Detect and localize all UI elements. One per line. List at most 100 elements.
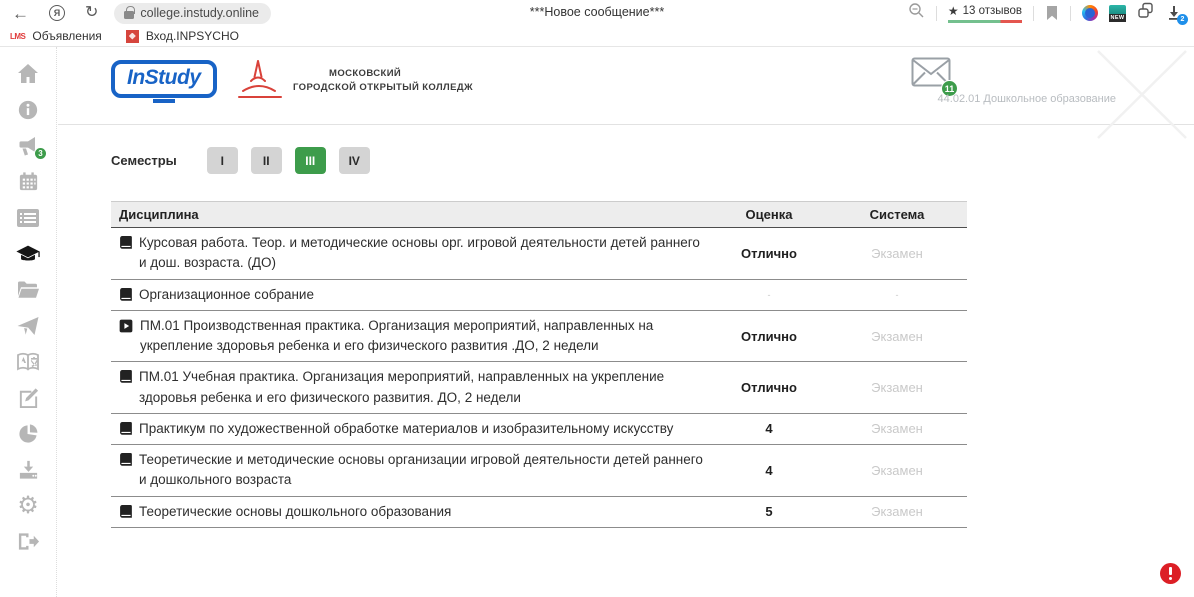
extension-circle-icon[interactable]: [1082, 5, 1098, 21]
table-row[interactable]: Теоретические и методические основы орга…: [111, 445, 967, 497]
table-row[interactable]: Теоретические основы дошкольного образов…: [111, 497, 967, 528]
announcements-badge: 3: [34, 147, 47, 160]
info-icon: [17, 99, 39, 121]
book-icon: [119, 370, 132, 384]
main-content: InStudy МОСКОВСКИЙ ГОРОДСКОЙ ОТКРЫТЫЙ КО…: [58, 47, 1194, 597]
system-value: Экзамен: [827, 380, 967, 395]
discipline-name: ПМ.01 Учебная практика. Организация меро…: [139, 367, 711, 408]
sidebar-item-messages[interactable]: [15, 314, 41, 337]
download-icon: [17, 459, 40, 481]
semesters-row: Семестры I II III IV: [111, 147, 1194, 174]
bookmark-label: Объявления: [32, 29, 101, 43]
bookmark-flag-icon[interactable]: [1045, 5, 1059, 21]
address-bar[interactable]: college.instudy.online: [114, 3, 271, 24]
bookmarks-bar: LMS Объявления Вход.INPSYCHO: [0, 26, 1194, 47]
bookmark-label: Вход.INPSYCHO: [146, 29, 239, 43]
url-text: college.instudy.online: [140, 6, 259, 20]
calendar-icon: [17, 170, 40, 193]
reviews-widget[interactable]: ★ 13 отзывов: [948, 4, 1022, 23]
sidebar-item-settings[interactable]: ⚙: [15, 494, 41, 517]
browser-menu-icon[interactable]: Я: [49, 5, 65, 21]
paper-plane-icon: [16, 315, 40, 337]
sidebar-item-journal[interactable]: [15, 206, 41, 229]
back-icon[interactable]: ←: [12, 5, 29, 22]
extension-new-art: [1109, 5, 1126, 14]
college-tower-icon: [233, 57, 285, 105]
sidebar-item-calendar[interactable]: [15, 170, 41, 193]
alert-error-icon[interactable]: [1160, 563, 1181, 584]
table-row[interactable]: ПМ.01 Учебная практика. Организация меро…: [111, 362, 967, 414]
graduation-cap-icon: [15, 242, 41, 266]
sidebar-item-info[interactable]: [15, 98, 41, 121]
divider: [1033, 6, 1034, 21]
sidebar-item-announcements[interactable]: 3: [15, 134, 41, 157]
header-grade: Оценка: [711, 207, 827, 222]
grades-table: Дисциплина Оценка Система Курсовая работ…: [111, 201, 967, 528]
sidebar-item-edit[interactable]: [15, 386, 41, 409]
sidebar-item-grades[interactable]: [15, 242, 41, 265]
sidebar-item-downloads[interactable]: [15, 458, 41, 481]
extension-new-icon[interactable]: NEW: [1109, 5, 1126, 22]
bookmark-announcements[interactable]: LMS Объявления: [10, 29, 102, 43]
mail-button[interactable]: 11: [911, 57, 951, 92]
grade-value: 5: [711, 504, 827, 519]
table-row[interactable]: Практикум по художественной обработке ма…: [111, 414, 967, 445]
divider: [936, 6, 937, 21]
close-icon[interactable]: [1092, 47, 1192, 147]
table-row[interactable]: Курсовая работа. Теор. и методические ос…: [111, 228, 967, 280]
sidebar-item-translate[interactable]: [15, 350, 41, 373]
sidebar-item-logout[interactable]: [15, 530, 41, 553]
browser-toolbar: ← Я ↻ college.instudy.online ***Новое со…: [0, 0, 1194, 26]
instudy-logo-stand: [153, 99, 175, 103]
translate-icon: [16, 351, 40, 373]
book-icon: [119, 236, 132, 250]
book-icon: [119, 288, 132, 302]
college-name-line2: ГОРОДСКОЙ ОТКРЫТЫЙ КОЛЛЕДЖ: [293, 81, 473, 95]
divider: [1070, 6, 1071, 21]
lms-icon: LMS: [10, 32, 25, 41]
grade-value: 4: [711, 463, 827, 478]
semester-button[interactable]: IV: [339, 147, 370, 174]
play-icon: [119, 319, 133, 333]
table-row[interactable]: ПМ.01 Производственная практика. Организ…: [111, 311, 967, 363]
system-value: -: [827, 290, 967, 300]
semester-button[interactable]: III: [295, 147, 326, 174]
table-header: Дисциплина Оценка Система: [111, 201, 967, 228]
grade-value: Отлично: [711, 246, 827, 261]
table-row[interactable]: Организационное собрание - -: [111, 280, 967, 311]
header-system: Система: [827, 207, 967, 222]
rating-bar: [948, 20, 1022, 23]
header-discipline: Дисциплина: [111, 207, 711, 222]
book-icon: [119, 505, 132, 519]
logout-icon: [17, 531, 40, 552]
sidebar-item-courses[interactable]: [15, 278, 41, 301]
list-card-icon: [16, 208, 40, 228]
system-value: Экзамен: [827, 246, 967, 261]
inpsycho-icon: [126, 30, 139, 43]
semester-buttons: I II III IV: [207, 147, 370, 174]
table-body: Курсовая работа. Теор. и методические ос…: [111, 228, 967, 528]
discipline-name: Организационное собрание: [139, 285, 314, 305]
college-name-line1: МОСКОВСКИЙ: [293, 67, 473, 81]
sidebar-item-stats[interactable]: [15, 422, 41, 445]
pie-chart-icon: [17, 422, 40, 445]
discipline-name: Теоретические основы дошкольного образов…: [139, 502, 451, 522]
book-icon: [119, 422, 132, 436]
downloads-browser-icon[interactable]: 2: [1166, 4, 1184, 22]
extensions-icon[interactable]: [1137, 2, 1155, 24]
bookmark-inpsycho[interactable]: Вход.INPSYCHO: [126, 29, 239, 43]
refresh-icon[interactable]: ↻: [85, 5, 98, 21]
instudy-logo[interactable]: InStudy: [111, 60, 217, 103]
semester-button[interactable]: II: [251, 147, 282, 174]
reviews-count: 13 отзывов: [963, 5, 1022, 17]
semesters-label: Семестры: [111, 153, 177, 168]
book-icon: [119, 453, 132, 467]
grade-value: Отлично: [711, 380, 827, 395]
home-icon: [16, 63, 40, 85]
sidebar-item-home[interactable]: [15, 62, 41, 85]
page-title: ***Новое сообщение***: [530, 5, 664, 19]
page-header: InStudy МОСКОВСКИЙ ГОРОДСКОЙ ОТКРЫТЫЙ КО…: [58, 47, 1194, 125]
semester-button[interactable]: I: [207, 147, 238, 174]
zoom-out-icon[interactable]: [908, 2, 925, 24]
folder-open-icon: [16, 280, 40, 300]
